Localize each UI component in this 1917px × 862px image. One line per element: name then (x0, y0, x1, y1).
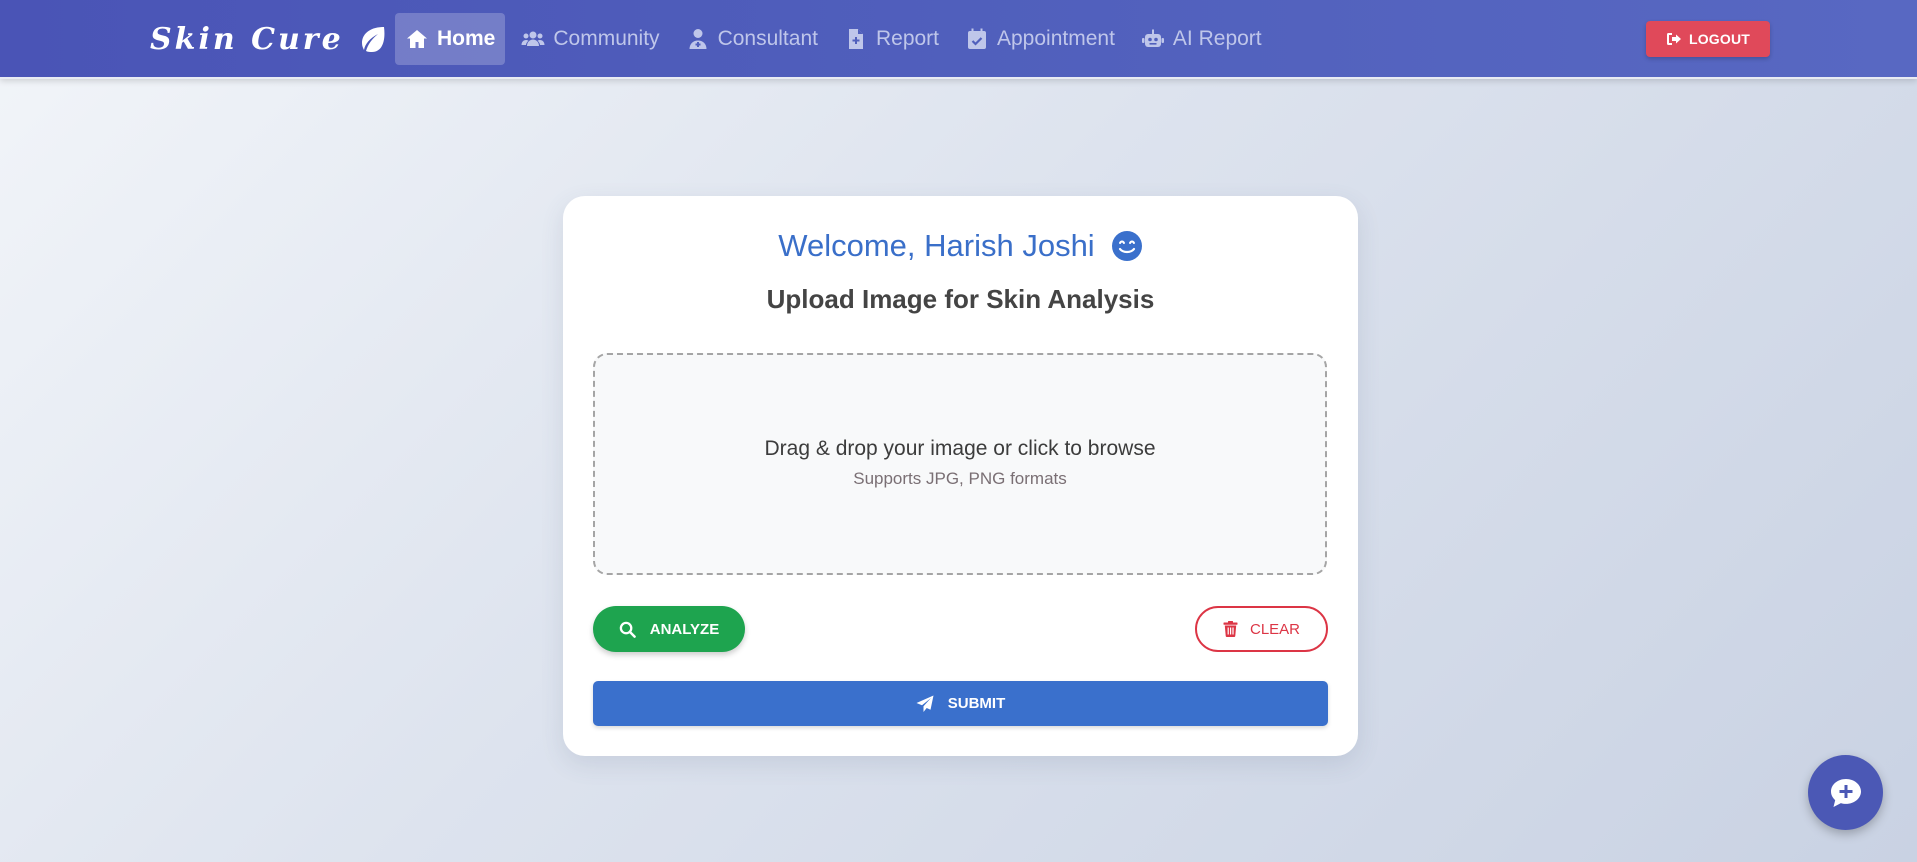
nav-item-label: Consultant (717, 27, 818, 50)
paper-plane-icon (916, 695, 934, 712)
smile-icon (1111, 231, 1142, 261)
page-subtitle: Upload Image for Skin Analysis (766, 284, 1155, 314)
search-icon (619, 621, 636, 638)
upload-card: Welcome, Harish Joshi Upload Image for S… (563, 196, 1358, 756)
logout-label: LOGOUT (1688, 31, 1751, 47)
clear-button[interactable]: CLEAR (1195, 606, 1328, 652)
nav-item-label: Report (875, 27, 939, 50)
nav-item-community[interactable]: Community (511, 13, 669, 65)
home-icon (407, 30, 427, 48)
submit-label: SUBMIT (947, 695, 1006, 712)
trash-icon (1223, 621, 1238, 637)
clear-label: CLEAR (1249, 620, 1301, 638)
robot-icon (1141, 29, 1164, 47)
welcome-text: Welcome, Harish Joshi (778, 228, 1095, 263)
analyze-button[interactable]: ANALYZE (593, 606, 745, 652)
chat-fab-button[interactable] (1808, 755, 1883, 830)
logout-button[interactable]: LOGOUT (1646, 21, 1770, 57)
dropzone-formats: Supports JPG, PNG formats (853, 469, 1067, 488)
analyze-label: ANALYZE (649, 620, 720, 638)
file-medical-icon (848, 29, 863, 49)
comment-plus-icon (1830, 778, 1861, 807)
brand-logo[interactable]: Skin Cure (150, 18, 388, 60)
nav-item-appointment[interactable]: Appointment (955, 13, 1125, 65)
nav-item-ai-report[interactable]: AI Report (1131, 13, 1272, 65)
nav-item-label: Community (553, 27, 660, 50)
users-icon (521, 31, 545, 46)
submit-button[interactable]: SUBMIT (593, 681, 1328, 726)
sign-out-icon (1666, 33, 1681, 45)
main-nav: Home Community Consultant Report Appoint… (395, 13, 1272, 65)
calendar-check-icon (968, 28, 986, 49)
user-doctor-icon (689, 29, 707, 49)
nav-item-report[interactable]: Report (834, 13, 949, 65)
welcome-heading: Welcome, Harish Joshi (563, 224, 1358, 268)
top-navbar: Skin Cure Home Community Consultant Repo… (0, 0, 1917, 79)
brand-name: Skin Cure (150, 21, 344, 57)
nav-item-label: AI Report (1172, 27, 1262, 50)
nav-item-consultant[interactable]: Consultant (676, 13, 828, 65)
nav-item-label: Appointment (997, 27, 1115, 50)
image-dropzone[interactable]: Drag & drop your image or click to brows… (593, 353, 1327, 575)
nav-item-label: Home (437, 27, 496, 50)
nav-item-home[interactable]: Home (395, 13, 506, 65)
dropzone-instruction: Drag & drop your image or click to brows… (764, 437, 1156, 460)
leaf-icon (361, 27, 385, 52)
